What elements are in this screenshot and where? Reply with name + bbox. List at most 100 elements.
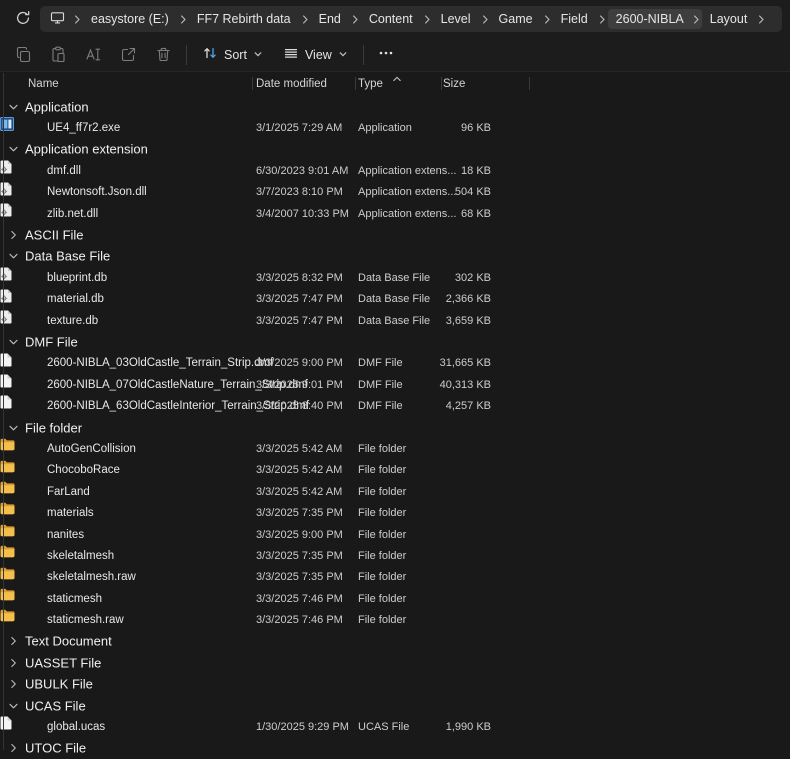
group-header[interactable]: UASSET File [0,652,790,673]
group-chevron-collapsed[interactable] [8,230,19,241]
breadcrumb-chevron[interactable] [755,14,767,25]
group-label: UASSET File [25,655,102,671]
folder-row[interactable]: nanites 3/3/2025 9:00 PM File folder [0,524,790,545]
group-header[interactable]: UTOC File [0,738,790,759]
folder-row[interactable]: ChocoboRace 3/3/2025 5:42 AM File folder [0,460,790,481]
group-chevron-expanded[interactable] [8,101,19,112]
column-separator[interactable] [355,77,356,90]
breadcrumb-chevron[interactable] [479,14,491,25]
delete-button[interactable] [146,41,181,69]
folder-row[interactable]: materials 3/3/2025 7:35 PM File folder [0,502,790,523]
share-button[interactable] [111,41,146,69]
breadcrumb-item[interactable]: Game [491,9,541,29]
folder-row[interactable]: staticmesh.raw 3/3/2025 7:46 PM File folde… [0,609,790,630]
breadcrumb-chevron[interactable] [299,14,311,25]
file-name: dmf.dll [47,164,81,177]
column-separator[interactable] [252,77,253,90]
group-header[interactable]: UBULK File [0,674,790,695]
view-button[interactable]: View [273,41,358,69]
group-chevron-collapsed[interactable] [8,636,19,647]
address-bar[interactable]: easystore (E:) FF7 Rebirth data End Content… [40,6,782,32]
breadcrumb-chevron-icon [480,14,490,25]
date-modified: 3/7/2023 8:10 PM [256,186,343,199]
group-chevron-collapsed[interactable] [8,679,19,690]
file-row[interactable]: 2600-NIBLA_03OldCastle_Terrain_Strip.dmf… [0,353,790,374]
group-chevron-expanded[interactable] [8,700,19,711]
breadcrumb-chevron-icon [691,14,701,25]
file-row[interactable]: global.ucas 1/30/2025 9:29 PM UCAS File 1,9… [0,716,790,737]
rename-button[interactable] [76,41,111,69]
group-header[interactable]: Application extension [0,139,790,160]
file-row[interactable]: texture.db 3/3/2025 7:47 PM Data Base File… [0,310,790,331]
navigation-pane-edge[interactable] [3,73,4,750]
file-name: material.db [47,293,104,306]
breadcrumb-item[interactable]: Field [553,9,596,29]
group-label: UCAS File [25,698,86,714]
breadcrumb-chevron[interactable] [177,14,189,25]
breadcrumb-chevron[interactable] [71,14,83,25]
column-separator[interactable] [529,77,530,90]
column-separator[interactable] [441,77,442,90]
file-row[interactable]: Newtonsoft.Json.dll 3/7/2023 8:10 PM Appli… [0,182,790,203]
folder-row[interactable]: skeletalmesh 3/3/2025 7:35 PM File folder [0,545,790,566]
date-modified: 3/3/2025 7:35 PM [256,571,343,584]
column-header-date-modified[interactable]: Date modified [256,78,327,90]
breadcrumb-item[interactable]: Level [433,9,479,29]
group-header[interactable]: File folder [0,417,790,438]
rename-icon [85,46,102,63]
file-row[interactable]: dmf.dll 6/30/2023 9:01 AM Application exte… [0,160,790,181]
breadcrumb-item[interactable]: End [311,9,349,29]
column-header-size[interactable]: Size [443,78,465,90]
breadcrumb-chevron[interactable] [690,14,702,25]
file-row[interactable]: blueprint.db 3/3/2025 8:32 PM Data Base Fi… [0,267,790,288]
share-icon [120,46,137,63]
breadcrumb-chevron[interactable] [421,14,433,25]
breadcrumb-chevron[interactable] [596,14,608,25]
file-row[interactable]: 2600-NIBLA_63OldCastleInterior_Terrain_S… [0,395,790,416]
sort-button[interactable]: Sort [192,41,273,69]
address-bar-row: easystore (E:) FF7 Rebirth data End Content… [0,0,790,38]
breadcrumb-chevron[interactable] [349,14,361,25]
group-chevron-collapsed[interactable] [8,743,19,754]
chevron-down-icon [338,48,348,62]
breadcrumb-chevron-icon [756,14,766,25]
column-header-type[interactable]: Type [358,78,383,90]
group-chevron-expanded[interactable] [8,422,19,433]
breadcrumb-chevron-icon [542,14,552,25]
breadcrumb-item[interactable]: FF7 Rebirth data [189,9,299,29]
file-type: File folder [358,442,407,455]
sort-ascending-caret-icon [392,73,402,85]
group-header[interactable]: Application [0,96,790,117]
column-header-name[interactable]: Name [28,78,59,90]
breadcrumb-item-highlighted[interactable]: 2600-NIBLA [607,9,702,29]
refresh-button[interactable] [8,4,38,34]
more-options-button[interactable] [369,41,403,69]
group-header[interactable]: ASCII File [0,224,790,245]
file-row[interactable]: zlib.net.dll 3/4/2007 10:33 PM Application… [0,203,790,224]
breadcrumb-item[interactable]: easystore (E:) [83,9,177,29]
group-header[interactable]: UCAS File [0,695,790,716]
file-row[interactable]: material.db 3/3/2025 7:47 PM Data Base Fil… [0,289,790,310]
group-header[interactable]: Text Document [0,631,790,652]
file-name: global.ucas [47,721,106,734]
group-chevron-expanded[interactable] [8,144,19,155]
group-chevron-expanded[interactable] [8,251,19,262]
file-row[interactable]: 2600-NIBLA_07OldCastleNature_Terrain_Str… [0,374,790,395]
file-name: UE4_ff7r2.exe [47,122,121,135]
breadcrumb-item[interactable]: 2600-NIBLA [608,9,690,29]
group-chevron-expanded[interactable] [8,336,19,347]
breadcrumb-item[interactable]: Content [361,9,421,29]
breadcrumb-item[interactable]: Layout [702,9,756,29]
breadcrumb-chevron[interactable] [541,14,553,25]
paste-button[interactable] [41,41,76,69]
copy-button[interactable] [6,41,41,69]
file-row[interactable]: UE4_ff7r2.exe 3/1/2025 7:29 AM Application… [0,117,790,138]
group-header[interactable]: DMF File [0,331,790,352]
folder-row[interactable]: skeletalmesh.raw 3/3/2025 7:35 PM File fol… [0,567,790,588]
group-header[interactable]: Data Base File [0,246,790,267]
this-pc-button[interactable] [44,10,71,28]
folder-row[interactable]: FarLand 3/3/2025 5:42 AM File folder [0,481,790,502]
folder-row[interactable]: staticmesh 3/3/2025 7:46 PM File folder [0,588,790,609]
group-chevron-collapsed[interactable] [8,657,19,668]
folder-row[interactable]: AutoGenCollision 3/3/2025 5:42 AM File fol… [0,438,790,459]
